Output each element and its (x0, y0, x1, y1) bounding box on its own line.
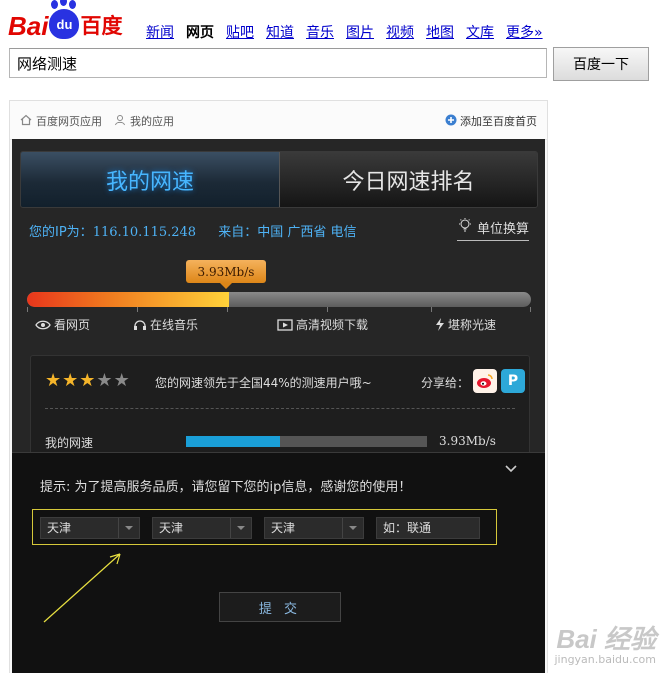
city-select-value: 天津 (159, 521, 184, 535)
baidu-jingyan-watermark: Bai 经验 jingyan.baidu.com (554, 625, 656, 666)
annotation-arrow-icon (43, 553, 121, 623)
district-select[interactable]: 天津 (264, 517, 364, 539)
tab-speed-ranking[interactable]: 今日网速排名 (280, 152, 537, 207)
baidu-logo[interactable]: Bai du 百度 (8, 0, 123, 41)
ip-label: 您的IP为： (29, 225, 93, 240)
headphones-icon (134, 319, 146, 330)
city-select[interactable]: 天津 (152, 517, 252, 539)
nav-video[interactable]: 视频 (386, 22, 414, 42)
user-icon (114, 114, 126, 129)
speedtest-panel: 我的网速 今日网速排名 您的IP为：116.10.115.248 来自：中国 广… (12, 139, 545, 673)
speed-bubble: 3.93Mb/s (186, 260, 266, 289)
lead-percentage-text: 您的网速领先于全国44%的测速用户哦~ (155, 376, 372, 390)
isp-input[interactable]: 如：联通 (376, 517, 480, 539)
speed-progress-bar (27, 292, 531, 307)
result-panel: ★ ★ ★ ★ ★ 您的网速领先于全国44%的测速用户哦~ 分享给： P 我的网速 3.… (30, 355, 530, 467)
unit-convert-label: 单位换算 (476, 221, 529, 237)
speed-progress-fill (27, 292, 229, 307)
my-speed-bar-fill (186, 436, 280, 447)
plus-circle-icon (445, 114, 457, 129)
tab-bar: 我的网速 今日网速排名 (20, 151, 538, 208)
nav-music[interactable]: 音乐 (306, 22, 334, 42)
dashed-divider (45, 408, 515, 409)
add-to-home-label: 添加至百度首页 (460, 115, 537, 128)
nav-wenku[interactable]: 文库 (466, 22, 494, 42)
nav-map[interactable]: 地图 (426, 22, 454, 42)
milestone-lightspeed-label: 堪称光速 (448, 318, 497, 332)
video-icon (277, 318, 293, 331)
app-bar-web-apps[interactable]: 百度网页应用 (36, 113, 102, 129)
logo-paw-icon: du (49, 0, 80, 39)
nav-web[interactable]: 网页 (186, 22, 214, 42)
eye-icon (35, 320, 51, 329)
home-icon (20, 114, 32, 129)
top-nav: 新闻 网页 贴吧 知道 音乐 图片 视频 地图 文库 更多» (146, 22, 555, 42)
nav-more[interactable]: 更多» (506, 22, 543, 42)
nav-images[interactable]: 图片 (346, 22, 374, 42)
milestone-video: 高清视频下载 (277, 316, 368, 333)
unit-convert-button[interactable]: 单位换算 (456, 217, 529, 241)
dialog-tip: 提示: 为了提高服务品质，请您留下您的ip信息，感谢您的使用！ (40, 480, 412, 495)
star-icon: ★ (96, 370, 113, 391)
watermark-line2: jingyan.baidu.com (554, 653, 656, 666)
milestone-lightspeed: 堪称光速 (435, 316, 496, 333)
milestone-web: 看网页 (35, 316, 90, 333)
milestone-web-label: 看网页 (54, 318, 91, 332)
qzone-share-icon[interactable]: P (501, 369, 525, 393)
ip-info: 您的IP为：116.10.115.248 来自：中国 广西省 电信 (29, 221, 357, 240)
speed-ticks (27, 307, 531, 313)
province-select-value: 天津 (47, 521, 72, 535)
nav-zhidao[interactable]: 知道 (266, 22, 294, 42)
milestone-music-label: 在线音乐 (150, 318, 199, 332)
weibo-share-icon[interactable] (473, 369, 497, 393)
search-input[interactable]: 网络测速 (9, 48, 547, 78)
bulb-icon (457, 217, 473, 237)
star-icon: ★ (113, 370, 130, 391)
milestone-music: 在线音乐 (133, 316, 198, 333)
star-icon: ★ (45, 370, 62, 391)
my-speed-value: 3.93Mb/s (439, 434, 496, 448)
submit-button[interactable]: 提 交 (219, 592, 341, 622)
speedtest-app: 百度网页应用 我的应用 添加至百度首页 我的网速 今日网速排名 您的IP为：11… (9, 100, 548, 673)
ip-value: 116.10.115.248 (92, 225, 197, 240)
search-button[interactable]: 百度一下 (553, 47, 649, 81)
app-bar: 百度网页应用 我的应用 添加至百度首页 (10, 101, 547, 140)
star-icon: ★ (79, 370, 96, 391)
tab-my-speed[interactable]: 我的网速 (21, 152, 280, 207)
region-select-group: 天津 天津 天津 如：联通 (32, 509, 497, 545)
add-to-home-button[interactable]: 添加至百度首页 (445, 113, 537, 129)
my-speed-bar (186, 436, 427, 447)
share-label: 分享给： (420, 376, 469, 390)
logo-text-bai: Bai (8, 11, 49, 41)
rating-stars: ★ ★ ★ ★ ★ (45, 372, 131, 390)
milestone-video-label: 高清视频下载 (296, 318, 369, 332)
speed-milestones: 看网页 在线音乐 高清视频下载 堪称光速 (27, 316, 537, 334)
nav-news[interactable]: 新闻 (146, 22, 174, 42)
location-value: 中国 广西省 电信 (257, 225, 357, 240)
my-speed-label: 我的网速 (45, 436, 94, 450)
district-select-value: 天津 (271, 521, 296, 535)
logo-text-cn: 百度 (80, 14, 123, 38)
lightning-icon (436, 318, 444, 331)
collapse-chevron-icon[interactable] (505, 461, 517, 477)
ip-info-dialog: 提示: 为了提高服务品质，请您留下您的ip信息，感谢您的使用！ 天津 天津 天津… (12, 452, 545, 673)
province-select[interactable]: 天津 (40, 517, 140, 539)
star-icon: ★ (62, 370, 79, 391)
nav-tieba[interactable]: 贴吧 (226, 22, 254, 42)
from-label: 来自： (218, 225, 258, 240)
app-bar-my-apps[interactable]: 我的应用 (130, 113, 174, 129)
watermark-line1: Bai 经验 (556, 624, 656, 654)
